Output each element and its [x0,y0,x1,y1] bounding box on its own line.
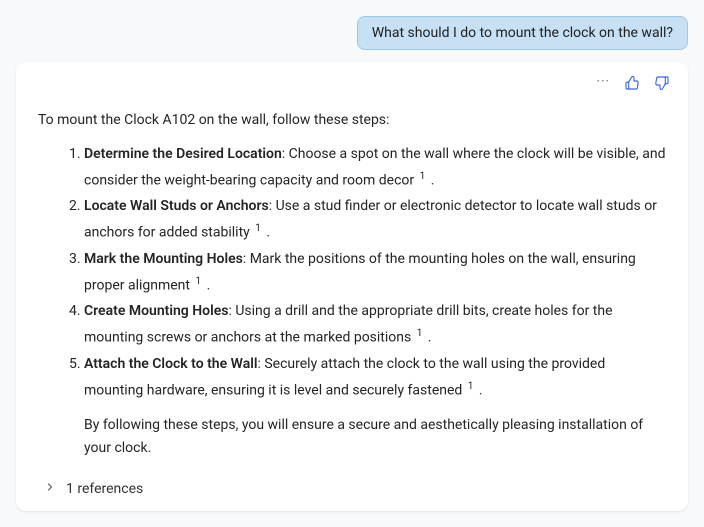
chat-container: What should I do to mount the clock on t… [0,0,704,527]
citation-marker[interactable]: 1 [418,171,428,182]
user-message-row: What should I do to mount the clock on t… [16,16,688,50]
card-actions: ··· [596,74,670,92]
more-actions-icon[interactable]: ··· [596,74,610,92]
citation-marker[interactable]: 1 [193,276,203,287]
step-tail: . [203,277,210,293]
list-item: Attach the Clock to the Wall: Securely a… [84,352,666,404]
references-label: 1 references [66,481,143,497]
thumbs-up-icon[interactable] [624,75,640,91]
steps-list: Determine the Desired Location: Choose a… [38,142,666,404]
step-title: Locate Wall Studs or Anchors [84,198,269,214]
response-intro: To mount the Clock A102 on the wall, fol… [38,112,666,128]
citation-marker[interactable]: 1 [466,381,476,392]
list-item: Create Mounting Holes: Using a drill and… [84,299,666,351]
user-message-bubble: What should I do to mount the clock on t… [357,16,688,50]
references-toggle[interactable]: 1 references [44,481,666,497]
list-item: Determine the Desired Location: Choose a… [84,142,666,194]
citation-marker[interactable]: 1 [415,328,425,339]
thumbs-down-icon[interactable] [654,75,670,91]
step-title: Create Mounting Holes [84,303,228,319]
chevron-right-icon [44,481,56,497]
list-item: Locate Wall Studs or Anchors: Use a stud… [84,194,666,246]
step-tail: . [424,330,431,346]
step-title: Determine the Desired Location [84,146,282,162]
response-closing: By following these steps, you will ensur… [84,414,666,459]
assistant-response-card: ··· To mount the Clock A102 on the wall,… [16,62,688,511]
step-title: Attach the Clock to the Wall [84,356,257,372]
list-item: Mark the Mounting Holes: Mark the positi… [84,247,666,299]
citation-marker[interactable]: 1 [253,223,263,234]
step-tail: . [475,382,482,398]
user-message-text: What should I do to mount the clock on t… [372,25,673,41]
step-title: Mark the Mounting Holes [84,251,243,267]
step-tail: . [427,173,434,189]
step-tail: . [263,225,270,241]
